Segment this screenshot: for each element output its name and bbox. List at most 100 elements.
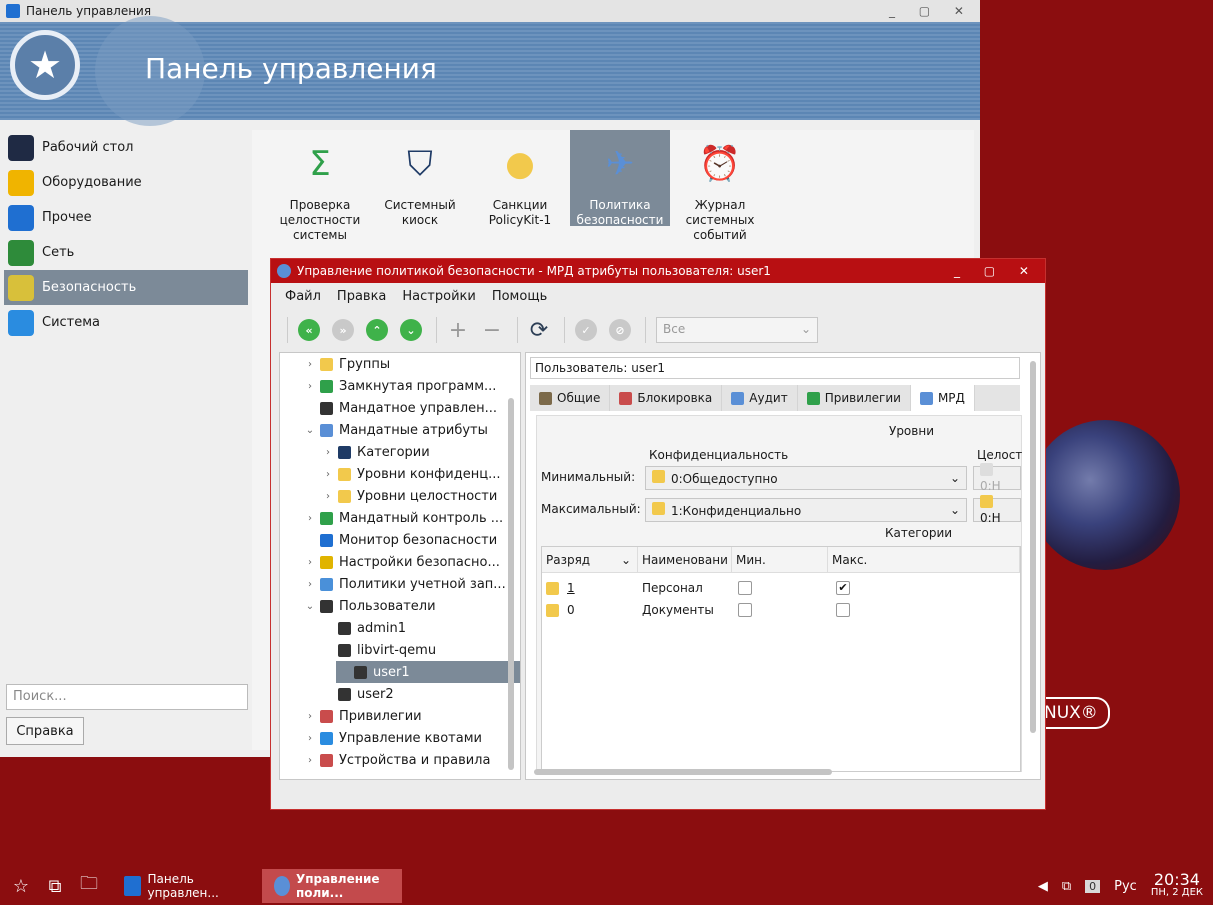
expand-arrow-icon[interactable]: › [322, 469, 334, 480]
sidebar-item[interactable]: Система [0, 305, 252, 340]
expand-arrow-icon[interactable]: › [322, 491, 334, 502]
tab[interactable]: Аудит [722, 385, 798, 411]
task-control-panel[interactable]: Панель управлен... [112, 869, 252, 903]
window-controls[interactable]: _ ▢ ✕ [889, 4, 974, 18]
tree-item[interactable]: ⌄ Мандатные атрибуты [280, 419, 520, 441]
network-icon[interactable]: ⧉ [1062, 879, 1071, 894]
tree-item[interactable]: admin1 [280, 617, 520, 639]
app-tile[interactable]: ⏰ Журнал системных событий [670, 130, 770, 243]
expand-arrow-icon[interactable]: › [304, 557, 316, 568]
sidebar-item[interactable]: Прочее [0, 200, 252, 235]
cancel-icon[interactable]: ⊘ [609, 319, 631, 341]
max-checkbox[interactable] [836, 603, 850, 617]
expand-arrow-icon[interactable]: › [304, 755, 316, 766]
keyboard-layout[interactable]: Рус [1114, 879, 1137, 894]
column-header[interactable]: Разряд ⌄ [542, 547, 638, 573]
tab[interactable]: Привилегии [798, 385, 911, 411]
tab[interactable]: Общие [530, 385, 611, 411]
menu-item[interactable]: Правка [337, 289, 386, 304]
last-icon[interactable]: » [332, 319, 354, 341]
vertical-scrollbar[interactable] [1030, 361, 1036, 733]
tree-node-icon [320, 401, 333, 415]
menu-item[interactable]: Файл [285, 289, 321, 304]
expand-arrow-icon[interactable]: ⌄ [304, 425, 316, 436]
first-icon[interactable]: « [298, 319, 320, 341]
toolbar-separator [645, 317, 646, 343]
tree-item[interactable]: › Мандатный контроль ... [280, 507, 520, 529]
expand-arrow-icon[interactable]: ⌄ [304, 601, 316, 612]
column-header[interactable]: Макс. [828, 547, 1020, 573]
tree-scrollbar[interactable] [508, 398, 514, 770]
table-row-bit[interactable]: 0 [546, 599, 575, 621]
search-input[interactable]: Поиск... [6, 684, 248, 710]
tree-item[interactable]: › Уровни конфиденц... [280, 463, 520, 485]
expand-arrow-icon[interactable]: › [304, 733, 316, 744]
tab[interactable]: МРД [910, 385, 975, 411]
table-row-bit[interactable]: 1 [546, 577, 575, 599]
tree-item[interactable]: › Уровни целостности [280, 485, 520, 507]
remove-icon[interactable]: − [481, 318, 503, 343]
expand-arrow-icon[interactable]: › [304, 711, 316, 722]
tab[interactable]: Блокировка [610, 385, 723, 411]
column-header[interactable]: Мин. [732, 547, 828, 573]
down-icon[interactable]: ⌄ [400, 319, 422, 341]
tree-item[interactable]: › Группы [280, 353, 520, 375]
notifications-badge[interactable]: 0 [1085, 879, 1101, 893]
volume-icon[interactable]: ◀ [1038, 879, 1048, 894]
max-conf-value: 1:Конфиденциально [671, 504, 802, 518]
tree-item[interactable]: user1 [336, 661, 520, 683]
tree-item[interactable]: › Категории [280, 441, 520, 463]
max-confidentiality-select[interactable]: 1:Конфиденциально ⌄ [645, 498, 967, 522]
expand-arrow-icon[interactable]: › [304, 381, 316, 392]
sidebar-item[interactable]: Сеть [0, 235, 252, 270]
tree-item[interactable]: Монитор безопасности [280, 529, 520, 551]
add-icon[interactable]: + [447, 318, 469, 343]
categories-header: Категории [885, 526, 953, 540]
up-icon[interactable]: ⌃ [366, 319, 388, 341]
window-controls[interactable]: _ ▢ ✕ [954, 264, 1039, 278]
tree-item[interactable]: user2 [280, 683, 520, 705]
tree-item[interactable]: › Настройки безопасно... [280, 551, 520, 573]
clock[interactable]: 20:34 ПН, 2 ДЕК [1151, 872, 1203, 899]
horizontal-scrollbar[interactable] [534, 769, 832, 775]
min-confidentiality-select[interactable]: 0:Общедоступно ⌄ [645, 466, 967, 490]
tree-item[interactable]: › Замкнутая программ... [280, 375, 520, 397]
refresh-icon[interactable]: ⟳ [528, 318, 550, 343]
min-integrity-select[interactable]: 0:Н [973, 463, 1021, 493]
max-checkbox[interactable]: ✔ [836, 581, 850, 595]
start-menu-icon[interactable]: ☆ [8, 873, 34, 899]
min-checkbox[interactable] [738, 581, 752, 595]
dialog-titlebar[interactable]: Управление политикой безопасности - МРД … [271, 259, 1045, 283]
column-header[interactable]: Наименовани [638, 547, 732, 573]
expand-arrow-icon[interactable]: › [304, 359, 316, 370]
expand-arrow-icon[interactable]: › [304, 579, 316, 590]
sidebar-item[interactable]: Оборудование [0, 165, 252, 200]
expand-arrow-icon[interactable]: › [304, 513, 316, 524]
window-switcher-icon[interactable]: ⧉ [42, 873, 68, 899]
min-checkbox[interactable] [738, 603, 752, 617]
tree-item[interactable]: ⌄ Пользователи [280, 595, 520, 617]
sidebar-item[interactable]: Рабочий стол [0, 130, 252, 165]
kiosk-icon: ⛉ [407, 143, 433, 184]
tree-item[interactable]: › Устройства и правила [280, 749, 520, 771]
max-integrity-select[interactable]: 0:Н [973, 495, 1021, 525]
sidebar-item[interactable]: Безопасность [4, 270, 248, 305]
menu-item[interactable]: Помощь [492, 289, 547, 304]
file-manager-icon[interactable]: 🗀 [76, 873, 102, 899]
tree-item[interactable]: Мандатное управлен... [280, 397, 520, 419]
expand-arrow-icon[interactable]: › [322, 447, 334, 458]
tree-item[interactable]: libvirt-qemu [280, 639, 520, 661]
app-tile[interactable]: ● Санкции PolicyKit-1 [470, 130, 570, 240]
menu-item[interactable]: Настройки [402, 289, 475, 304]
app-tile[interactable]: ✈ Политика безопасности [570, 130, 670, 227]
min-cell [738, 577, 752, 599]
apply-icon[interactable]: ✓ [575, 319, 597, 341]
tree-item[interactable]: › Управление квотами [280, 727, 520, 749]
app-tile[interactable]: Σ Проверка целостности системы [270, 130, 370, 243]
tree-item[interactable]: › Привилегии [280, 705, 520, 727]
task-security-policy[interactable]: Управление поли... [262, 869, 402, 903]
help-button[interactable]: Справка [6, 717, 84, 745]
tree-item[interactable]: › Политики учетной зап... [280, 573, 520, 595]
filter-select[interactable]: Все ⌄ [656, 317, 818, 343]
app-tile[interactable]: ⛉ Системный киоск [370, 130, 470, 240]
